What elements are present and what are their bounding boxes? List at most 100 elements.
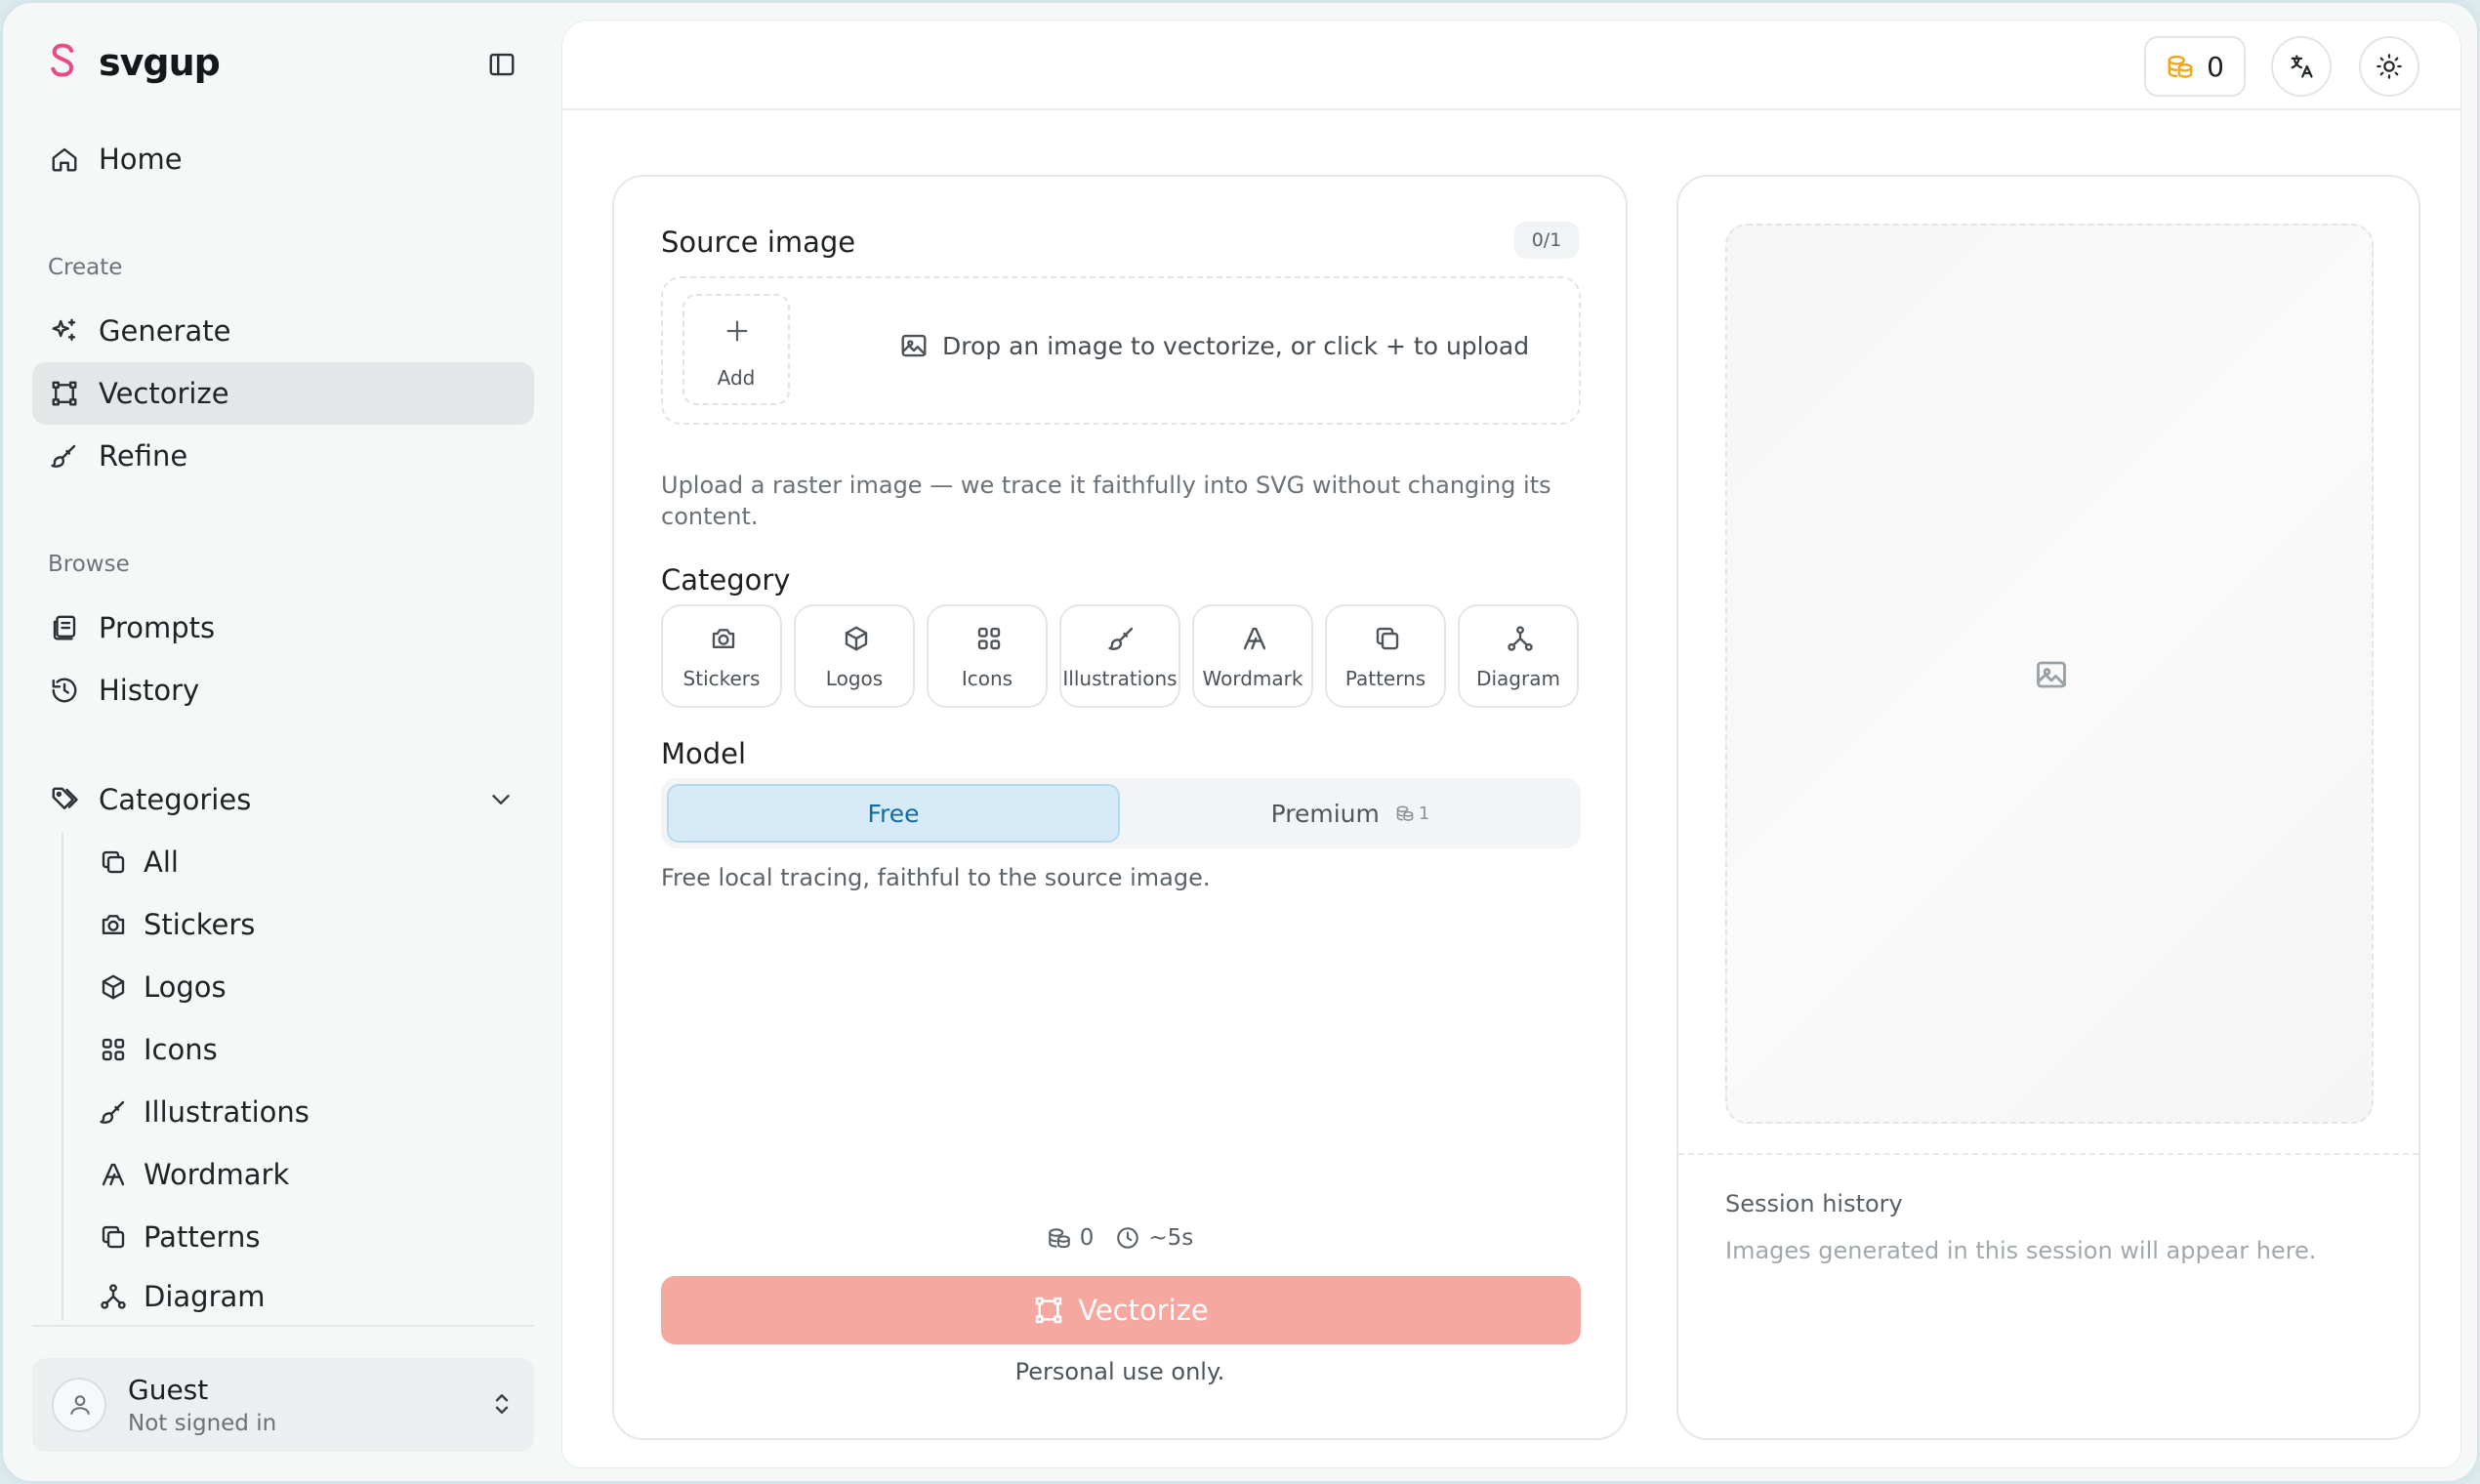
category-tile-label: Logos: [825, 667, 884, 690]
nav-history-label: History: [99, 674, 200, 707]
grid-icon: [99, 1035, 128, 1064]
category-tile-icons[interactable]: Icons: [927, 604, 1048, 708]
nav-vectorize[interactable]: Vectorize: [32, 362, 534, 425]
run-meta: 0 ~5s: [614, 1225, 1626, 1251]
layers-icon: [99, 1222, 128, 1252]
main-panel: 0 Source image 0/1 Add Drop an image to …: [561, 20, 2461, 1468]
model-title: Model: [661, 737, 747, 770]
avatar: [52, 1378, 106, 1432]
run-cost: 0: [1047, 1225, 1095, 1251]
vector-square-icon: [50, 379, 79, 408]
theme-toggle-button[interactable]: [2359, 36, 2419, 97]
category-item-diagram[interactable]: Diagram: [83, 1270, 532, 1323]
credits-button[interactable]: 0: [2144, 36, 2246, 97]
run-cost-value: 0: [1079, 1225, 1095, 1251]
session-history-title: Session history: [1725, 1190, 1903, 1217]
vector-square-icon: [1033, 1295, 1064, 1326]
category-tile-illustrations[interactable]: Illustrations: [1059, 604, 1180, 708]
coins-icon: [1047, 1225, 1072, 1251]
vectorize-button-label: Vectorize: [1078, 1294, 1209, 1327]
run-eta: ~5s: [1115, 1225, 1193, 1251]
history-icon: [50, 676, 79, 705]
categories-tree-line: [62, 833, 63, 1321]
book-icon: [50, 613, 79, 642]
nav-prompts[interactable]: Prompts: [32, 597, 534, 659]
brand-name: svgup: [99, 41, 221, 84]
nav-home-label: Home: [99, 143, 183, 176]
sidebar-toggle-icon[interactable]: [487, 50, 517, 79]
home-icon: [50, 144, 79, 174]
category-tile-stickers[interactable]: Stickers: [661, 604, 782, 708]
coins-icon: [2166, 52, 2195, 81]
drop-hint-text: Drop an image to vectorize, or click + t…: [942, 331, 1530, 360]
model-selector: Free Premium 1: [661, 778, 1581, 848]
model-premium-option[interactable]: Premium 1: [1126, 784, 1575, 843]
category-item-logos[interactable]: Logos: [83, 958, 532, 1016]
run-eta-value: ~5s: [1148, 1225, 1194, 1251]
category-tile-label: Icons: [961, 667, 1013, 690]
vectorize-button[interactable]: Vectorize: [661, 1276, 1581, 1344]
nav-home[interactable]: Home: [32, 128, 534, 190]
usage-disclaimer: Personal use only.: [1014, 1358, 1225, 1385]
result-preview: [1725, 224, 2374, 1124]
category-item-label: Diagram: [144, 1280, 266, 1313]
plus-icon: [723, 317, 751, 345]
topbar: 0: [562, 21, 2460, 110]
image-counter-badge: 0/1: [1514, 222, 1579, 259]
category-item-label: Icons: [144, 1033, 218, 1066]
brush-icon: [1107, 624, 1137, 653]
nav-refine[interactable]: Refine: [32, 425, 534, 487]
sun-icon: [2376, 53, 2403, 80]
nav-categories-label: Categories: [99, 783, 252, 816]
brush-icon: [50, 441, 79, 471]
category-item-label: Patterns: [144, 1220, 261, 1254]
category-item-all[interactable]: All: [83, 833, 532, 891]
type-a-icon: [1240, 624, 1269, 653]
category-item-label: Wordmark: [144, 1158, 290, 1191]
source-image-title: Source image: [661, 226, 856, 259]
category-tile-wordmark[interactable]: Wordmark: [1192, 604, 1313, 708]
language-button[interactable]: [2271, 36, 2332, 97]
category-tile-label: Diagram: [1476, 667, 1560, 690]
category-tile-patterns[interactable]: Patterns: [1325, 604, 1446, 708]
category-item-wordmark[interactable]: Wordmark: [83, 1145, 532, 1204]
result-card: Session history Images generated in this…: [1676, 175, 2420, 1440]
category-item-label: All: [144, 845, 179, 879]
nav-generate-label: Generate: [99, 314, 231, 348]
user-menu[interactable]: Guest Not signed in: [32, 1358, 534, 1452]
category-item-label: Illustrations: [144, 1095, 310, 1129]
brand[interactable]: svgup: [48, 40, 221, 85]
chevrons-up-down-icon: [487, 1389, 517, 1419]
add-image-button[interactable]: Add: [682, 294, 790, 405]
category-item-stickers[interactable]: Stickers: [83, 895, 532, 954]
image-placeholder-icon: [2034, 657, 2069, 692]
category-item-icons[interactable]: Icons: [83, 1020, 532, 1079]
image-dropzone[interactable]: Add Drop an image to vectorize, or click…: [661, 276, 1581, 425]
chevron-down-icon[interactable]: [486, 785, 516, 814]
camera-icon: [709, 624, 738, 653]
image-icon: [899, 331, 929, 360]
nav-categories[interactable]: Categories: [32, 768, 534, 831]
category-tile-logos[interactable]: Logos: [794, 604, 915, 708]
result-divider: [1678, 1153, 2418, 1155]
add-image-label: Add: [717, 366, 756, 390]
brush-icon: [99, 1097, 128, 1127]
sidebar: svgup Home Create Generate Vectorize Ref…: [3, 3, 561, 1481]
category-item-label: Logos: [144, 970, 227, 1004]
user-name: Guest: [128, 1374, 209, 1406]
type-a-icon: [99, 1160, 128, 1189]
category-tile-diagram[interactable]: Diagram: [1458, 604, 1579, 708]
nav-refine-label: Refine: [99, 439, 188, 473]
sparkles-icon: [50, 316, 79, 346]
nav-generate[interactable]: Generate: [32, 300, 534, 362]
box-icon: [99, 972, 128, 1002]
model-free-option[interactable]: Free: [667, 784, 1120, 843]
nav-vectorize-label: Vectorize: [99, 377, 229, 410]
category-item-illustrations[interactable]: Illustrations: [83, 1083, 532, 1141]
clock-icon: [1115, 1225, 1140, 1251]
category-item-patterns[interactable]: Patterns: [83, 1208, 532, 1266]
user-icon: [70, 1395, 90, 1415]
layers-icon: [99, 847, 128, 877]
section-browse: Browse: [48, 552, 130, 577]
nav-history[interactable]: History: [32, 659, 534, 721]
